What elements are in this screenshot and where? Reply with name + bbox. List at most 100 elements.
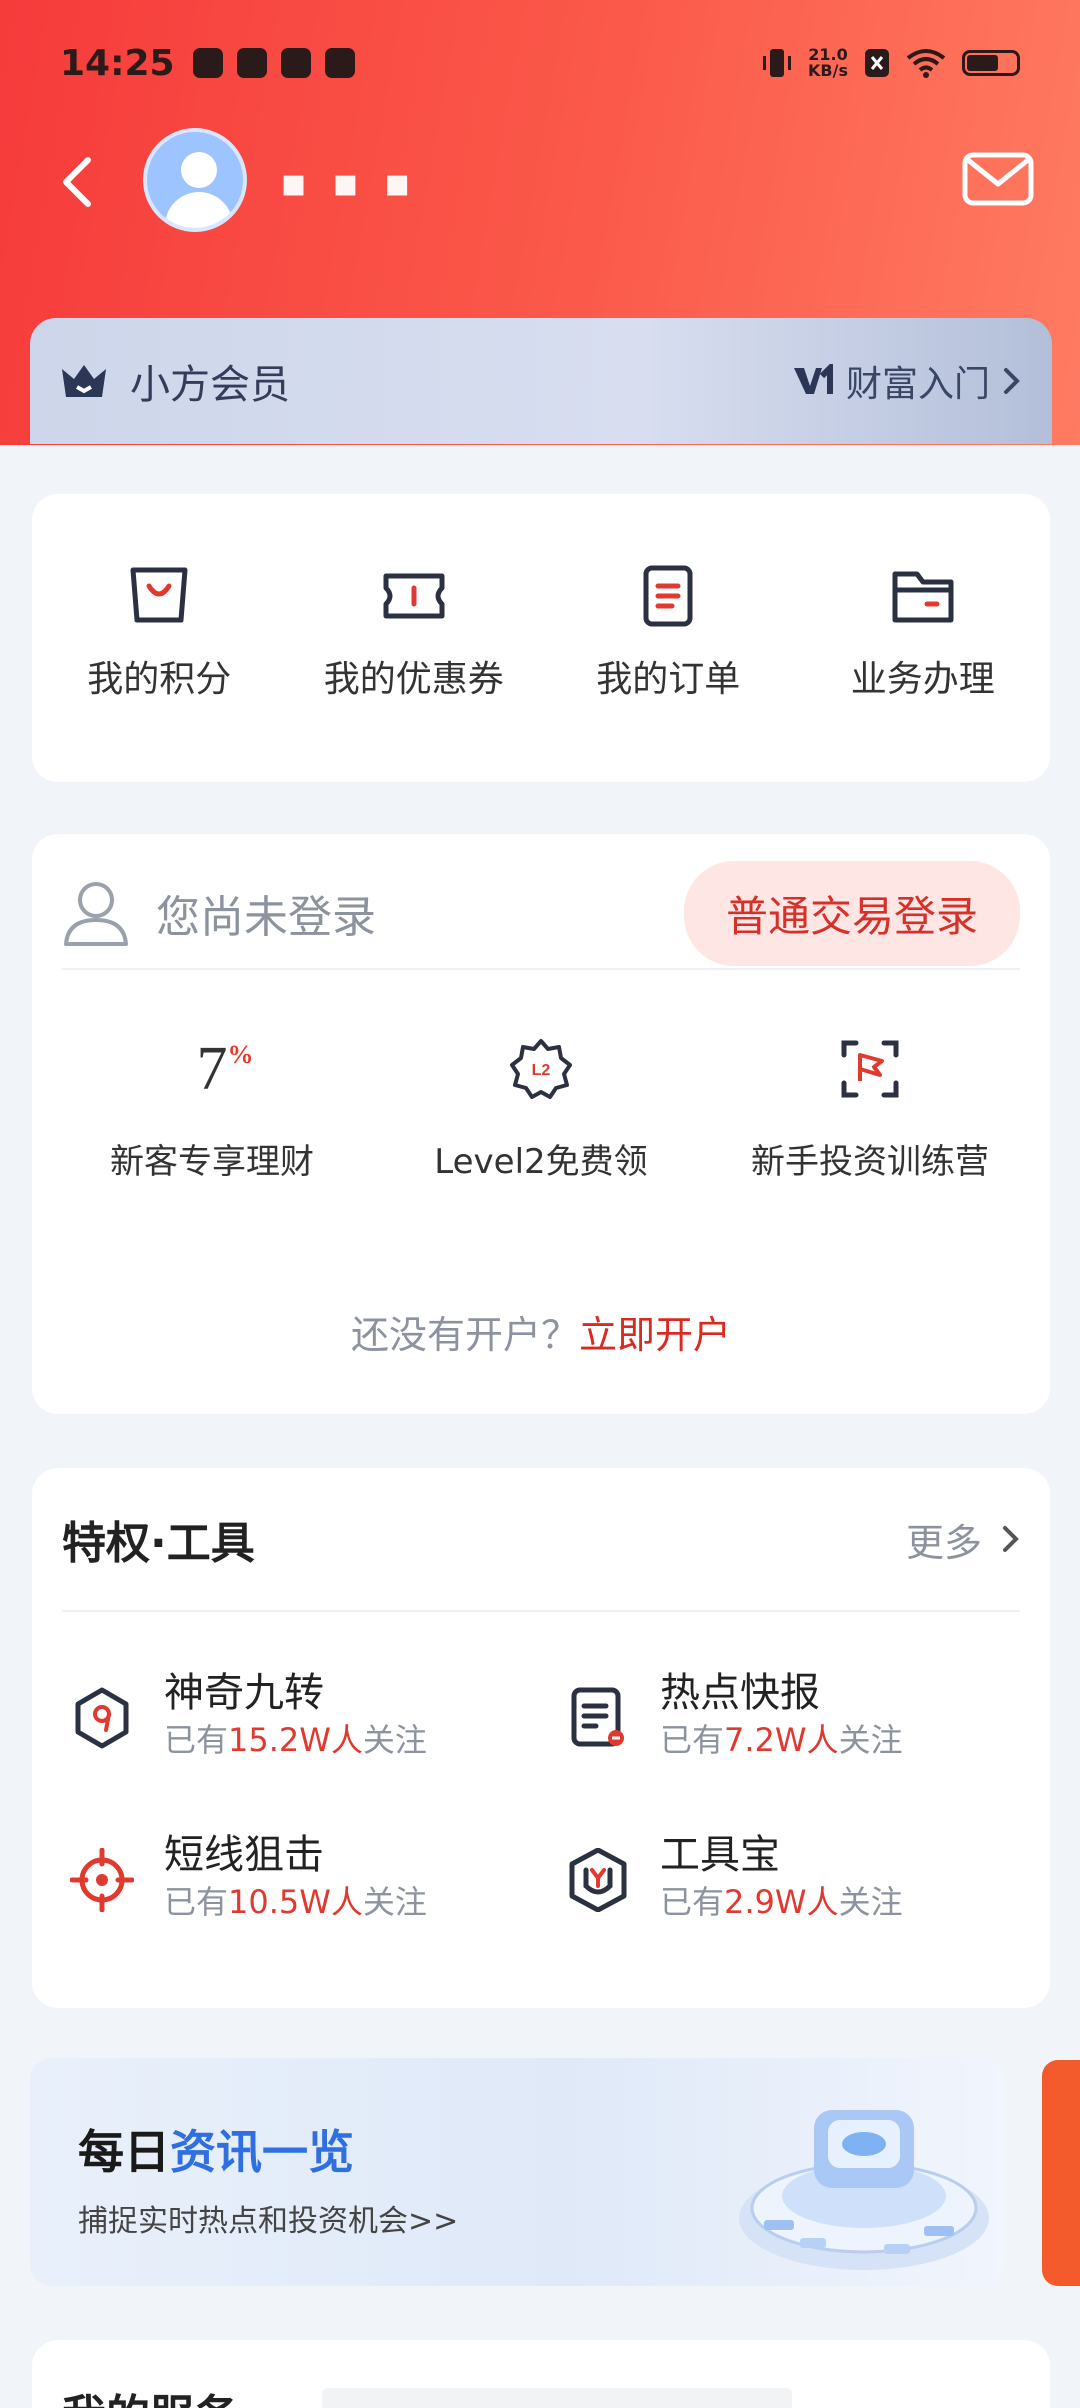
followers-count: 7.2W人 — [724, 1721, 839, 1759]
seven-number: 7 — [196, 1034, 228, 1103]
open-account-link[interactable]: 立即开户 — [579, 1313, 731, 1357]
quick-item-label: 我的积分 — [87, 659, 232, 700]
flag-frame-icon — [841, 1040, 899, 1098]
tool-followers: 已有10.5W人关注 — [164, 1882, 427, 1922]
l2-badge-icon: L2 — [510, 1039, 572, 1099]
mail-icon[interactable] — [962, 152, 1034, 206]
notification-icons — [192, 48, 355, 78]
net-speed: 21.0 KB/s — [808, 47, 848, 79]
open-account-prompt: 还没有开户？立即开户 — [32, 1304, 1050, 1359]
banner-title: 每日资讯一览 — [78, 2116, 354, 2182]
member-title: 小方会员 — [130, 362, 290, 408]
l2-text: L2 — [532, 1062, 551, 1079]
services-title: 我的服务 — [62, 2380, 238, 2408]
login-row: 您尚未登录 普通交易登录 — [62, 858, 1020, 970]
feature-new-customer[interactable]: 7% 新客专享理财 — [52, 1034, 372, 1183]
avatar[interactable] — [143, 128, 247, 232]
quick-item-coupons[interactable]: 我的优惠券 — [294, 564, 534, 782]
app-notification-icon — [324, 48, 355, 78]
member-level[interactable]: 财富入门 — [792, 355, 1022, 407]
tools-more-button[interactable]: 更多 — [906, 1512, 1020, 1567]
percent-sign: % — [227, 1039, 254, 1069]
followers-count: 15.2W人 — [228, 1721, 363, 1759]
tool-toolbox[interactable]: 工具宝 已有2.9W人关注 — [566, 1830, 1036, 1922]
member-bar[interactable]: 小方会员 财富入门 — [30, 318, 1052, 444]
tools-grid: 神奇九转 已有15.2W人关注 热点快报 已有7.2W人关注 短线狙击 已有10… — [70, 1668, 1020, 1922]
tool-hot-news[interactable]: 热点快报 已有7.2W人关注 — [566, 1668, 1036, 1760]
feature-row: 7% 新客专享理财 L2 Level2免费领 新手投资训练营 — [32, 1034, 1050, 1183]
back-icon[interactable] — [58, 152, 98, 212]
shield-y-icon — [569, 1848, 627, 1912]
quick-item-points[interactable]: 我的积分 — [39, 564, 279, 782]
open-account-question: 还没有开户？ — [350, 1313, 579, 1357]
news-icon — [571, 1687, 624, 1747]
seven-percent-icon: 7% — [196, 1034, 254, 1105]
followers-count: 2.9W人 — [724, 1883, 839, 1921]
user-icon — [64, 882, 128, 946]
login-card: 您尚未登录 普通交易登录 7% 新客专享理财 L2 Level2免费领 新手投资… — [32, 834, 1050, 1414]
tools-header: 特权·工具 更多 — [62, 1468, 1020, 1612]
more-label: 更多 — [905, 1520, 982, 1565]
followers-prefix: 已有 — [660, 1883, 725, 1921]
banner-subtitle: 捕捉实时热点和投资机会>> — [78, 2204, 459, 2239]
floating-side-tab[interactable] — [1042, 2060, 1080, 2286]
chevron-right-icon — [1003, 1526, 1019, 1552]
banner-title-b: 资讯一览 — [170, 2125, 354, 2179]
tech-platform-illustration — [739, 2110, 989, 2270]
v1-badge-icon — [793, 364, 833, 394]
status-time: 14:25 — [60, 42, 175, 84]
followers-count: 10.5W人 — [228, 1883, 363, 1921]
username: ▪ ▪ ▪ — [280, 160, 417, 206]
crosshair-icon — [70, 1848, 134, 1912]
followers-prefix: 已有 — [660, 1721, 725, 1759]
order-icon — [643, 565, 693, 627]
tool-name: 热点快报 — [660, 1670, 820, 1716]
quick-item-label: 我的订单 — [596, 659, 741, 700]
feature-label: Level2免费领 — [434, 1142, 648, 1182]
status-bar: 14:25 21.0 KB/s — [60, 38, 1020, 88]
tools-card: 特权·工具 更多 神奇九转 已有15.2W人关注 热点快报 已有7.2W人关注 … — [32, 1468, 1050, 2008]
followers-suffix: 关注 — [362, 1883, 427, 1921]
chevron-right-icon — [1004, 368, 1020, 394]
app-notification-icon — [280, 48, 311, 78]
tool-magic-nine[interactable]: 神奇九转 已有15.2W人关注 — [70, 1668, 566, 1760]
app-notification-icon — [192, 48, 223, 78]
quick-item-business[interactable]: 业务办理 — [803, 564, 1043, 782]
daily-news-banner[interactable]: 每日资讯一览 捕捉实时热点和投资机会>> — [30, 2058, 1004, 2286]
followers-suffix: 关注 — [362, 1721, 427, 1759]
feature-training-camp[interactable]: 新手投资训练营 — [710, 1034, 1030, 1183]
quick-entries: 我的积分 我的优惠券 我的订单 业务办理 — [32, 494, 1050, 782]
followers-suffix: 关注 — [838, 1721, 903, 1759]
tool-followers: 已有2.9W人关注 — [660, 1882, 903, 1922]
tool-short-snipe[interactable]: 短线狙击 已有10.5W人关注 — [70, 1830, 566, 1922]
coupon-icon — [383, 573, 445, 619]
tool-name: 短线狙击 — [164, 1832, 324, 1878]
tool-name: 神奇九转 — [164, 1670, 324, 1716]
not-logged-in-text: 您尚未登录 — [156, 892, 376, 943]
app-notification-icon — [236, 48, 267, 78]
trade-login-button[interactable]: 普通交易登录 — [683, 860, 1020, 966]
wifi-icon — [906, 49, 946, 78]
net-speed-unit: KB/s — [808, 61, 848, 80]
shopping-bag-icon — [130, 567, 188, 623]
feature-label: 新手投资训练营 — [751, 1142, 989, 1182]
followers-prefix: 已有 — [164, 1883, 229, 1921]
quick-item-label: 业务办理 — [850, 659, 995, 700]
followers-suffix: 关注 — [838, 1883, 903, 1921]
quick-item-orders[interactable]: 我的订单 — [548, 564, 788, 782]
folder-icon — [892, 571, 954, 623]
feature-level2[interactable]: L2 Level2免费领 — [381, 1034, 701, 1183]
sim-icon — [865, 49, 889, 77]
tool-followers: 已有15.2W人关注 — [164, 1720, 427, 1760]
vibrate-icon — [763, 49, 792, 77]
my-services-card: 我的服务 — [32, 2340, 1050, 2408]
hexagon-nine-icon — [75, 1687, 129, 1749]
battery-icon — [962, 50, 1020, 76]
crown-icon — [62, 365, 106, 397]
services-tab-placeholder — [322, 2388, 792, 2408]
banner-title-a: 每日 — [78, 2125, 170, 2179]
feature-label: 新客专享理财 — [110, 1142, 314, 1182]
tool-name: 工具宝 — [660, 1832, 780, 1878]
tools-title: 特权·工具 — [62, 1518, 255, 1569]
quick-item-label: 我的优惠券 — [323, 659, 504, 700]
